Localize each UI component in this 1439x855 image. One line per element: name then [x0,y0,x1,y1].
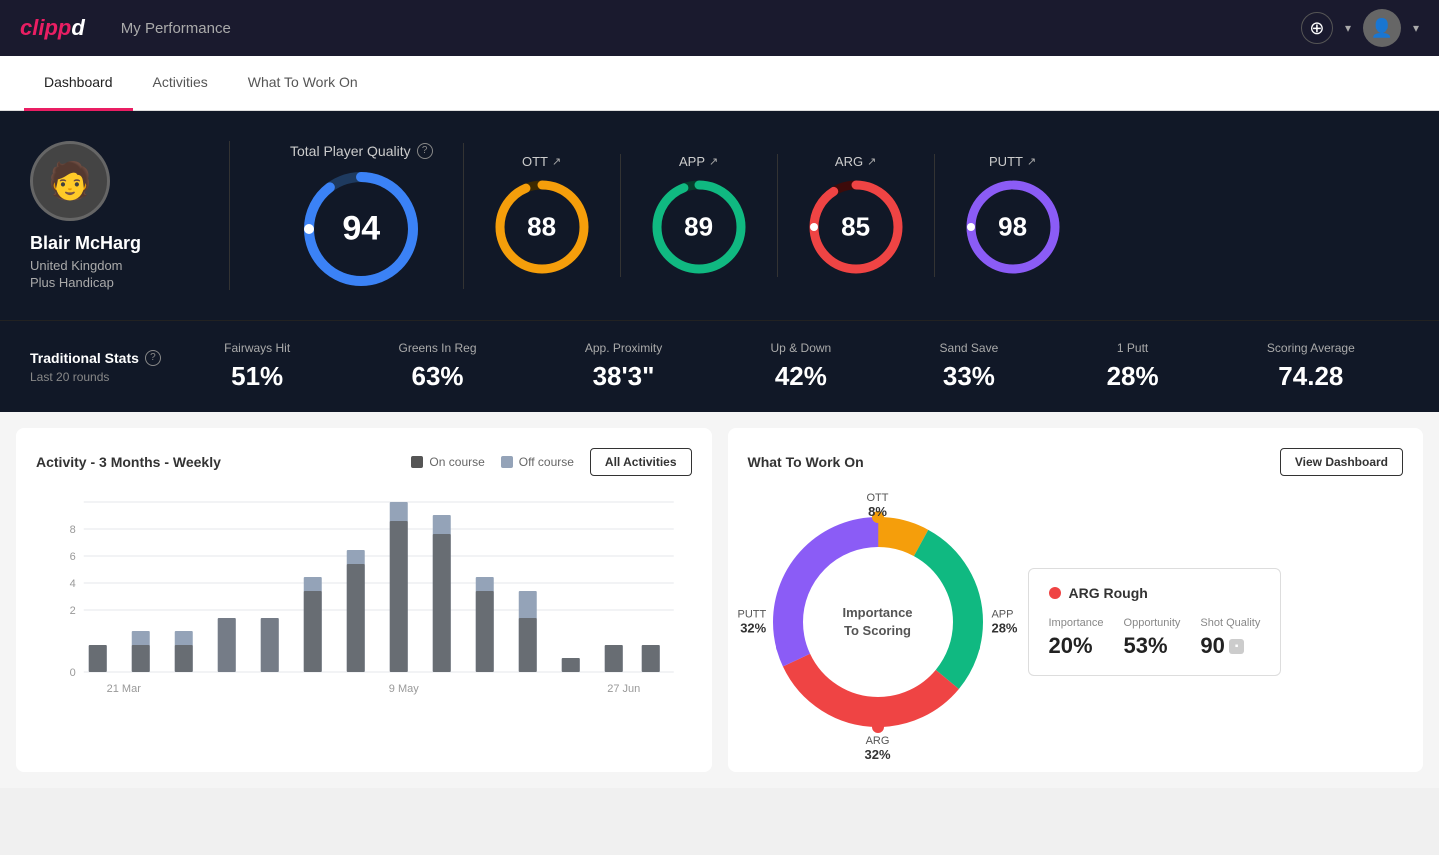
legend-off-course: Off course [501,455,574,469]
add-button[interactable]: ⊕ [1301,12,1333,44]
ott-value: 88 [527,212,556,243]
bottom-section: Activity - 3 Months - Weekly On course O… [0,412,1439,788]
nav-title: My Performance [121,20,231,37]
donut-label-putt: PUTT 32% [738,609,767,636]
dropdown-arrow: ▾ [1345,21,1351,35]
arg-label: ARG ↗ [835,154,876,169]
tpq-help-icon[interactable]: ? [417,143,433,159]
view-dashboard-button[interactable]: View Dashboard [1280,448,1403,476]
ts-help-icon[interactable]: ? [145,350,161,366]
stat-greens-in-reg: Greens In Reg 63% [398,341,476,392]
score-ott: OTT ↗ 88 [464,154,621,277]
score-putt: PUTT ↗ 98 [935,154,1091,277]
work-inner: ImportanceTo Scoring OTT 8% APP 28% ARG … [748,492,1404,752]
player-name: Blair McHarg [30,233,141,254]
player-avatar: 🧑 [30,141,110,221]
arg-circle: 85 [806,177,906,277]
detail-metrics: Importance 20% Opportunity 53% Shot Qual… [1049,617,1261,659]
app-value: 89 [684,212,713,243]
nav-right: ⊕ ▾ 👤 ▾ [1301,9,1419,47]
tab-dashboard[interactable]: Dashboard [24,56,133,111]
ott-label: OTT ↗ [522,154,561,169]
score-app: APP ↗ 89 [621,154,778,277]
stat-fairways-hit: Fairways Hit 51% [224,341,290,392]
player-country: United Kingdom [30,258,123,273]
ts-stats: Fairways Hit 51% Greens In Reg 63% App. … [170,341,1409,392]
putt-value: 98 [998,212,1027,243]
detail-importance: Importance 20% [1049,617,1104,659]
top-nav: clippd My Performance ⊕ ▾ 👤 ▾ [0,0,1439,56]
svg-text:27 Jun: 27 Jun [607,683,640,695]
tab-activities[interactable]: Activities [133,56,228,111]
donut-label-arg: ARG 32% [864,735,890,762]
tpq-label: Total Player Quality ? [290,143,433,159]
donut-center-text: ImportanceTo Scoring [842,604,912,640]
chart-title: Activity - 3 Months - Weekly [36,454,221,470]
svg-text:9 May: 9 May [389,683,419,695]
scores-section: Total Player Quality ? 94 OTT ↗ [230,143,1409,289]
logo: clippd [20,15,85,41]
donut-label-ott: OTT 8% [867,492,889,519]
legend-on-course: On course [411,455,484,469]
traditional-stats: Traditional Stats ? Last 20 rounds Fairw… [0,320,1439,412]
svg-text:6: 6 [70,551,76,563]
user-avatar-button[interactable]: 👤 [1363,9,1401,47]
app-label: APP ↗ [679,154,718,169]
plus-icon: ⊕ [1309,18,1324,39]
arg-value: 85 [841,212,870,243]
ts-label: Traditional Stats ? Last 20 rounds [30,350,170,384]
avatar-dropdown-arrow: ▾ [1413,21,1419,35]
bar-chart-area: 0 2 4 6 8 [36,492,692,712]
score-tpq: Total Player Quality ? 94 [260,143,464,289]
ott-circle: 88 [492,177,592,277]
tab-what-to-work-on[interactable]: What To Work On [228,56,378,111]
donut-label-app: APP 28% [991,609,1017,636]
svg-text:2: 2 [70,605,76,617]
detail-shot-quality: Shot Quality 90 ▪ [1200,617,1260,659]
svg-text:4: 4 [70,578,76,590]
detail-card: ARG Rough Importance 20% Opportunity 53%… [1028,568,1282,676]
chart-legend: On course Off course [411,455,574,469]
stat-app-proximity: App. Proximity 38'3" [585,341,662,392]
score-arg: ARG ↗ 85 [778,154,935,277]
bar-chart-svg: 0 2 4 6 8 [36,492,692,712]
work-card-header: What To Work On View Dashboard [748,448,1404,476]
tabs-bar: Dashboard Activities What To Work On [0,56,1439,111]
player-info: 🧑 Blair McHarg United Kingdom Plus Handi… [30,141,230,290]
tpq-value: 94 [342,209,380,248]
player-handicap: Plus Handicap [30,275,114,290]
svg-text:21 Mar: 21 Mar [107,683,142,695]
stat-scoring-average: Scoring Average 74.28 [1267,341,1355,392]
svg-text:0: 0 [70,667,76,679]
avatar-icon: 👤 [1371,18,1393,39]
off-course-dot [501,456,513,468]
detail-opportunity: Opportunity 53% [1124,617,1181,659]
putt-circle: 98 [963,177,1063,277]
stat-one-putt: 1 Putt 28% [1107,341,1159,392]
shot-quality-badge: ▪ [1229,639,1245,654]
on-course-dot [411,456,423,468]
hero-section: 🧑 Blair McHarg United Kingdom Plus Handi… [0,111,1439,320]
detail-card-title: ARG Rough [1049,585,1261,601]
stat-up-down: Up & Down 42% [771,341,832,392]
what-to-work-on-card: What To Work On View Dashboard [728,428,1424,772]
stat-sand-save: Sand Save 33% [940,341,999,392]
donut-chart-area: ImportanceTo Scoring OTT 8% APP 28% ARG … [748,492,1008,752]
app-circle: 89 [649,177,749,277]
putt-label: PUTT ↗ [989,154,1036,169]
svg-text:8: 8 [70,524,76,536]
detail-dot [1049,587,1061,599]
activity-chart-card: Activity - 3 Months - Weekly On course O… [16,428,712,772]
chart-header: Activity - 3 Months - Weekly On course O… [36,448,692,476]
all-activities-button[interactable]: All Activities [590,448,692,476]
tpq-circle: 94 [301,169,421,289]
work-card-title: What To Work On [748,454,864,470]
